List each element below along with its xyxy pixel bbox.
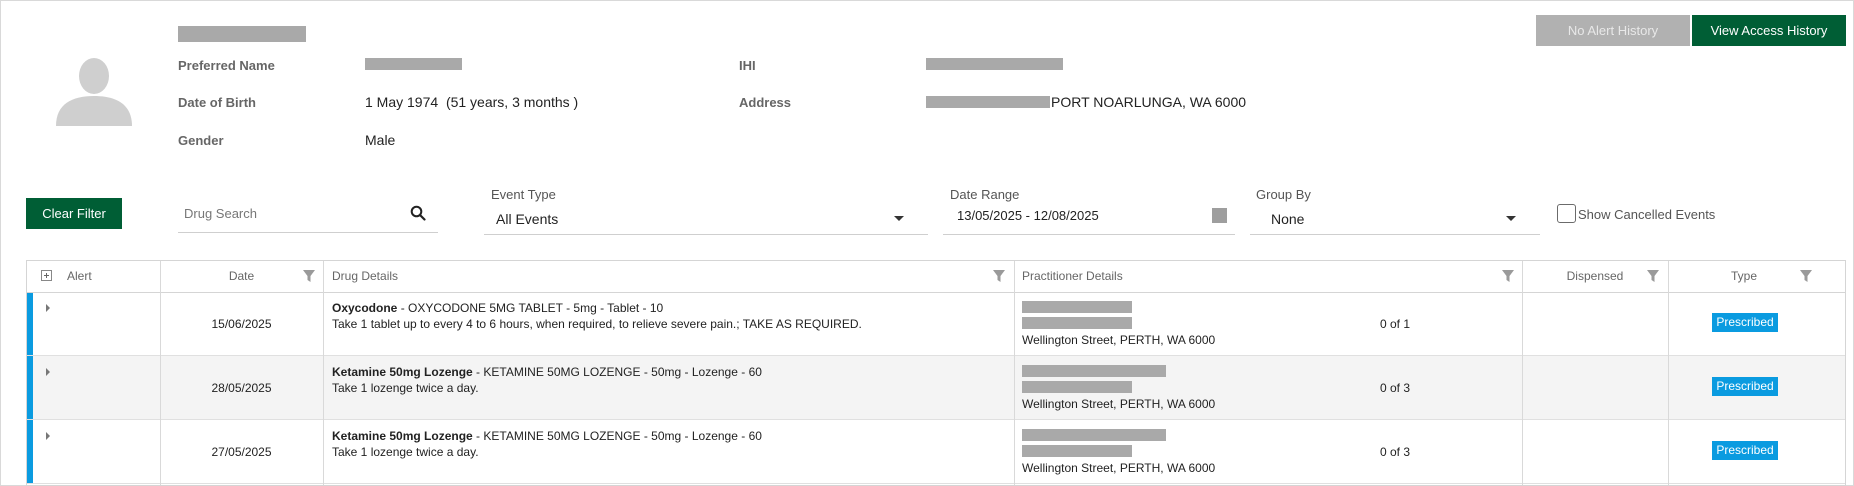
- chevron-down-icon: [1506, 216, 1516, 221]
- filter-icon[interactable]: [1501, 269, 1515, 283]
- drug-instructions: Take 1 lozenge twice a day.: [332, 381, 479, 395]
- event-type-select[interactable]: All Events: [484, 202, 928, 235]
- column-divider: [1522, 261, 1523, 485]
- chevron-down-icon: [894, 216, 904, 221]
- column-header-type[interactable]: Type: [1668, 261, 1820, 292]
- drug-description: - OXYCODONE 5MG TABLET - 5mg - Tablet - …: [397, 301, 664, 315]
- address-value: PORT NOARLUNGA, WA 6000: [1051, 94, 1247, 110]
- dispensed-count: 0 of 1: [1379, 317, 1411, 331]
- patient-name-redacted: [178, 26, 306, 42]
- date-range-label: Date Range: [950, 187, 1020, 202]
- practitioner-org-redacted: [1022, 381, 1132, 393]
- column-divider: [1014, 261, 1015, 485]
- row-accent-bar: [27, 292, 33, 355]
- drug-instructions: Take 1 lozenge twice a day.: [332, 445, 479, 459]
- practitioner-org-redacted: [1022, 317, 1132, 329]
- table-row[interactable]: 28/05/2025 Ketamine 50mg Lozenge - KETAM…: [27, 356, 1845, 420]
- gender-value: Male: [365, 132, 396, 148]
- event-type-label: Event Type: [491, 187, 556, 202]
- drug-name: Ketamine 50mg Lozenge: [332, 429, 473, 443]
- drug-name: Oxycodone: [332, 301, 398, 315]
- expand-row-icon[interactable]: [46, 304, 50, 312]
- table-row[interactable]: 15/06/2025 Oxycodone - OXYCODONE 5MG TAB…: [27, 292, 1845, 356]
- expand-row-icon[interactable]: [46, 432, 50, 440]
- column-header-practitioner-details[interactable]: Practitioner Details: [1022, 261, 1123, 292]
- filter-icon[interactable]: [1799, 269, 1813, 283]
- group-by-select[interactable]: None: [1250, 202, 1540, 235]
- filter-icon[interactable]: [992, 269, 1006, 283]
- dispensed-count: 0 of 3: [1379, 381, 1411, 395]
- column-divider: [323, 261, 324, 485]
- row-accent-bar: [27, 420, 33, 483]
- preferred-name-label: Preferred Name: [178, 58, 275, 73]
- drug-name: Ketamine 50mg Lozenge: [332, 365, 473, 379]
- column-header-alert[interactable]: Alert: [67, 261, 92, 292]
- practitioner-address: Wellington Street, PERTH, WA 6000: [1022, 461, 1216, 475]
- filter-icon[interactable]: [302, 269, 316, 283]
- search-icon[interactable]: [410, 205, 426, 221]
- type-badge: Prescribed: [1712, 377, 1778, 396]
- gender-label: Gender: [178, 133, 224, 148]
- preferred-name-redacted: [365, 58, 462, 70]
- practitioner-name-redacted: [1022, 301, 1132, 313]
- row-date: 27/05/2025: [211, 445, 272, 459]
- row-accent-bar: [27, 356, 33, 419]
- drug-title: Oxycodone - OXYCODONE 5MG TABLET - 5mg -…: [332, 301, 663, 315]
- date-range-picker[interactable]: 13/05/2025 - 12/08/2025: [943, 202, 1235, 235]
- drug-title: Ketamine 50mg Lozenge - KETAMINE 50MG LO…: [332, 365, 762, 379]
- dob-value: 1 May 1974 (51 years, 3 months ): [365, 94, 579, 110]
- row-date: 15/06/2025: [211, 317, 272, 331]
- dispensed-count: 0 of 3: [1379, 445, 1411, 459]
- table-header: Alert Date Drug Details Practitioner Det…: [27, 261, 1845, 293]
- column-divider: [160, 261, 161, 485]
- filter-icon[interactable]: [1646, 269, 1660, 283]
- drug-description: - KETAMINE 50MG LOZENGE - 50mg - Lozenge…: [472, 429, 762, 443]
- avatar-icon: [56, 58, 132, 126]
- practitioner-address: Wellington Street, PERTH, WA 6000: [1022, 397, 1216, 411]
- expand-row-icon[interactable]: [46, 368, 50, 376]
- drug-search-field: [178, 200, 438, 233]
- practitioner-name-redacted: [1022, 429, 1166, 441]
- ihi-label: IHI: [739, 58, 756, 73]
- expand-all-icon[interactable]: [41, 270, 52, 281]
- column-header-drug-details[interactable]: Drug Details: [332, 261, 398, 292]
- drug-description: - KETAMINE 50MG LOZENGE - 50mg - Lozenge…: [472, 365, 762, 379]
- view-access-history-button[interactable]: View Access History: [1692, 15, 1846, 46]
- show-cancelled-label: Show Cancelled Events: [1578, 207, 1716, 222]
- event-type-value: All Events: [496, 211, 559, 227]
- no-alert-history-button[interactable]: No Alert History: [1536, 15, 1690, 46]
- show-cancelled-checkbox[interactable]: [1557, 204, 1576, 223]
- drug-title: Ketamine 50mg Lozenge - KETAMINE 50MG LO…: [332, 429, 762, 443]
- column-header-date[interactable]: Date: [161, 261, 322, 292]
- practitioner-name-redacted: [1022, 365, 1166, 377]
- calendar-icon[interactable]: [1212, 208, 1227, 223]
- type-badge: Prescribed: [1712, 441, 1778, 460]
- drug-search-input[interactable]: [184, 200, 404, 226]
- group-by-label: Group By: [1256, 187, 1311, 202]
- column-divider: [1668, 261, 1669, 485]
- ihi-redacted: [926, 58, 1063, 70]
- date-range-value: 13/05/2025 - 12/08/2025: [957, 208, 1099, 223]
- clear-filter-button[interactable]: Clear Filter: [26, 198, 122, 229]
- row-date: 28/05/2025: [211, 381, 272, 395]
- drug-instructions: Take 1 tablet up to every 4 to 6 hours, …: [332, 317, 862, 331]
- events-table: 15/06/2025 Oxycodone - OXYCODONE 5MG TAB…: [26, 260, 1846, 486]
- table-row[interactable]: 27/05/2025 Ketamine 50mg Lozenge - KETAM…: [27, 420, 1845, 484]
- address-street-redacted: [926, 96, 1050, 108]
- type-badge: Prescribed: [1712, 313, 1778, 332]
- address-label: Address: [739, 95, 792, 110]
- practitioner-org-redacted: [1022, 445, 1132, 457]
- group-by-value: None: [1271, 211, 1305, 227]
- practitioner-address: Wellington Street, PERTH, WA 6000: [1022, 333, 1216, 347]
- dob-label: Date of Birth: [178, 95, 256, 110]
